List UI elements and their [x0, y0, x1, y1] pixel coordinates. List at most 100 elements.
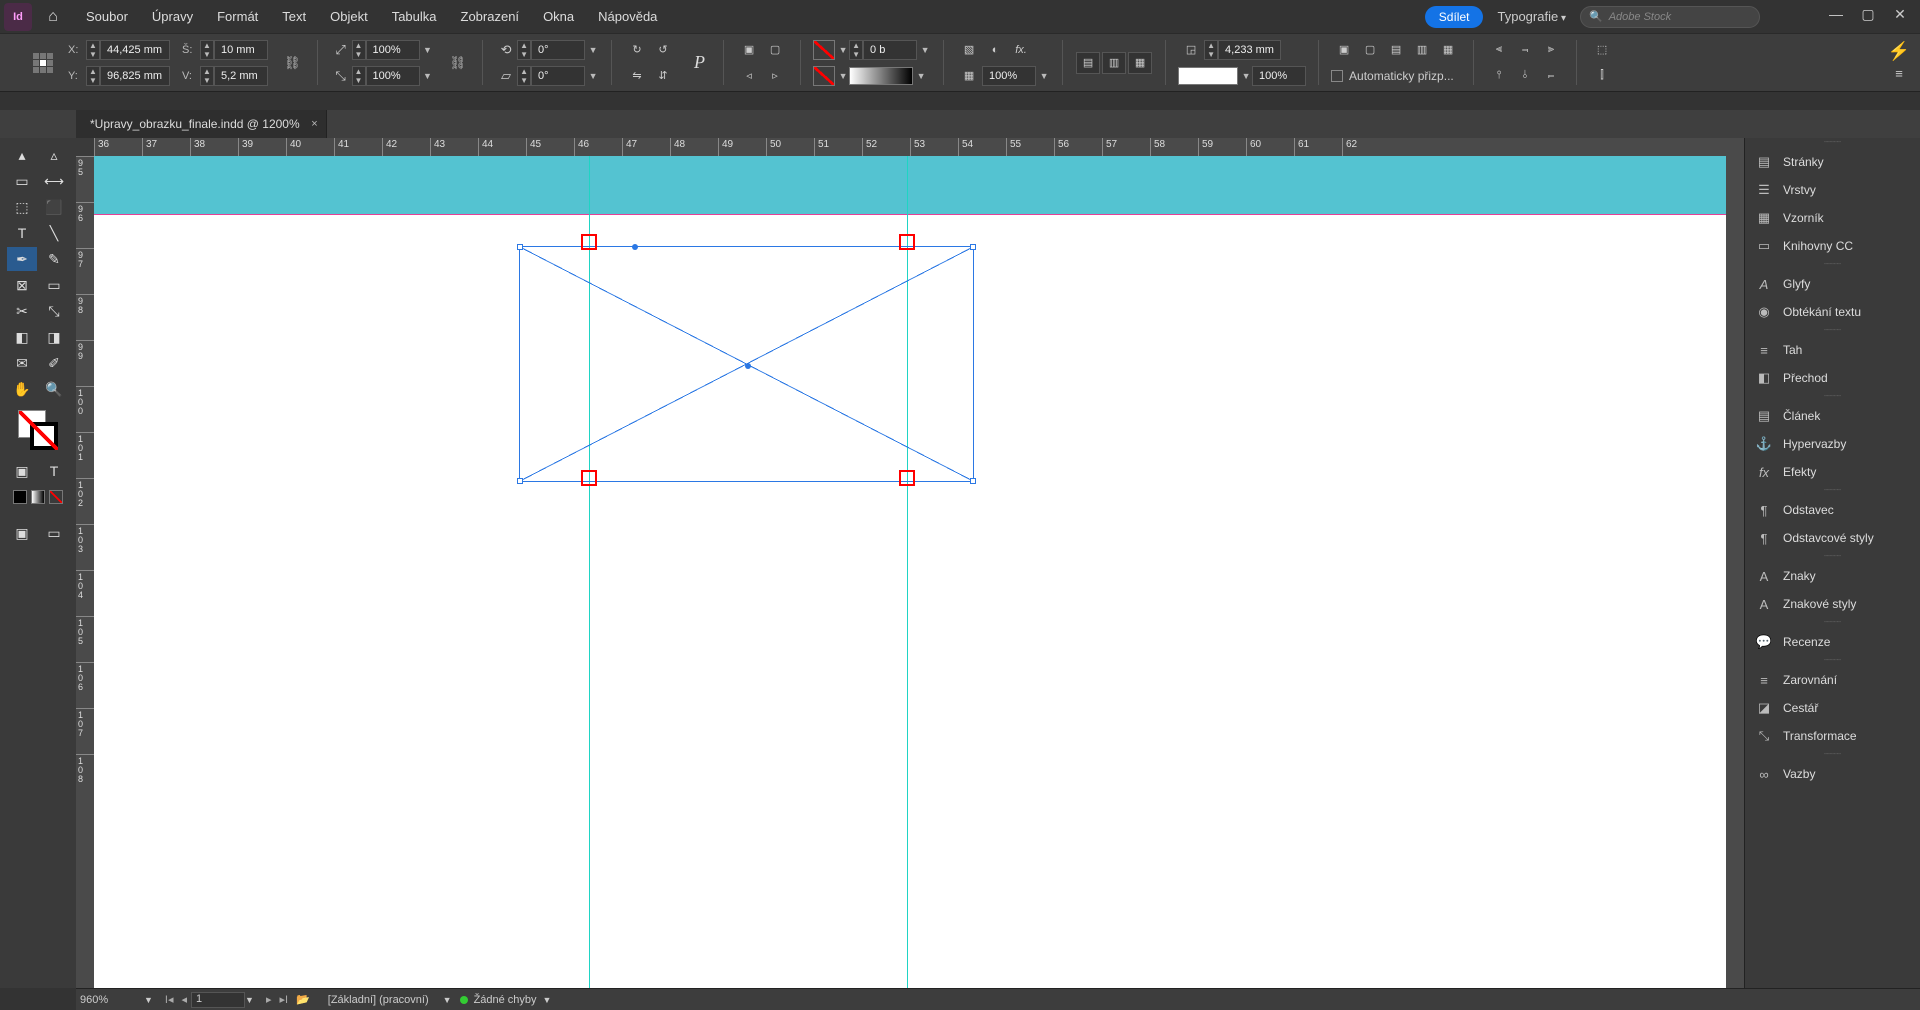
handle-se[interactable]	[970, 478, 976, 484]
y-stepper[interactable]: ▲▼	[86, 66, 100, 86]
document-canvas[interactable]	[94, 156, 1726, 988]
stroke-weight-dd[interactable]: ▼	[919, 45, 931, 55]
panel-hyperlinks[interactable]: ⚓Hypervazby	[1745, 430, 1920, 458]
note-tool[interactable]: ✉	[7, 351, 37, 375]
panel-cclibs[interactable]: ▭Knihovny CC	[1745, 232, 1920, 260]
direct-selection-tool[interactable]: ▵	[39, 143, 69, 167]
frame-options-icon[interactable]: ⬚	[1590, 39, 1614, 61]
formatting-text-icon[interactable]: T	[39, 459, 69, 483]
wrap-bbox-icon[interactable]: ▥	[1102, 52, 1126, 74]
hand-tool[interactable]: ✋	[7, 377, 37, 401]
home-icon[interactable]: ⌂	[38, 8, 68, 26]
paper-dd[interactable]: ▼	[1240, 71, 1252, 81]
panel-gradient[interactable]: ◧Přechod	[1745, 364, 1920, 392]
stroke-dd[interactable]: ▼	[837, 71, 849, 81]
line-tool[interactable]: ╲	[39, 221, 69, 245]
select-content-icon[interactable]: ▢	[763, 39, 787, 61]
y-field[interactable]: 96,825 mm	[100, 66, 170, 86]
fit-prop-icon[interactable]: ▤	[1384, 39, 1408, 61]
page-tool[interactable]: ▭	[7, 169, 37, 193]
fx-icon[interactable]: fx.	[1009, 39, 1033, 61]
align-top-icon[interactable]: ⫯	[1487, 65, 1511, 87]
handle-sw[interactable]	[517, 478, 523, 484]
stroke-style-icon[interactable]	[849, 67, 913, 85]
shear-field[interactable]: 0°	[531, 66, 585, 86]
panel-links[interactable]: ∞Vazby	[1745, 760, 1920, 788]
opacity-field[interactable]: 100%	[982, 66, 1036, 86]
formatting-container-icon[interactable]: ▣	[7, 459, 37, 483]
h-field[interactable]: 5,2 mm	[214, 66, 268, 86]
w-stepper[interactable]: ▲▼	[200, 40, 214, 60]
ruler-horizontal[interactable]: 3637383940414243444546474849505152535455…	[94, 138, 1744, 156]
opacity-icon[interactable]: ◐	[983, 39, 1007, 61]
panel-pathfinder[interactable]: ◪Cestář	[1745, 694, 1920, 722]
window-maximize-icon[interactable]: ▢	[1852, 6, 1884, 28]
adobe-stock-search[interactable]: 🔍 Adobe Stock	[1580, 6, 1760, 28]
gap-tool[interactable]: ⟷	[39, 169, 69, 193]
errors-dd[interactable]: ▼	[543, 995, 552, 1005]
scale-y-dd[interactable]: ▼	[422, 71, 434, 81]
shear-dd[interactable]: ▼	[587, 71, 599, 81]
eyedropper-tool[interactable]: ✐	[39, 351, 69, 375]
panel-layers[interactable]: ☰Vrstvy	[1745, 176, 1920, 204]
page-last-icon[interactable]: ▸I	[275, 993, 292, 1006]
panel-story[interactable]: ▤Článek	[1745, 402, 1920, 430]
opacity-dd[interactable]: ▼	[1038, 71, 1050, 81]
corner-field[interactable]: 4,233 mm	[1218, 40, 1281, 60]
paper-swatch[interactable]	[1178, 67, 1238, 85]
align-left-icon[interactable]: ⫷	[1487, 39, 1511, 61]
align-hcenter-icon[interactable]: ⫬	[1513, 39, 1537, 61]
content-collector-tool[interactable]: ⬚	[7, 195, 37, 219]
panel-review[interactable]: 💬Recenze	[1745, 628, 1920, 656]
selection-tool[interactable]: ▴	[7, 143, 37, 167]
scrollbar-vertical[interactable]	[1726, 156, 1744, 988]
select-container-icon[interactable]: ▣	[737, 39, 761, 61]
red-handle-nw[interactable]	[581, 234, 597, 250]
zoom-field[interactable]: 960%	[80, 994, 140, 1006]
stroke-stepper[interactable]: ▲▼	[849, 40, 863, 60]
gradient-swatch-tool[interactable]: ◧	[7, 325, 37, 349]
page-first-icon[interactable]: I◂	[161, 993, 178, 1006]
workspace-switcher[interactable]: Typografie	[1497, 9, 1566, 24]
panel-stroke[interactable]: ≡Tah	[1745, 336, 1920, 364]
menu-edit[interactable]: Úpravy	[140, 0, 205, 33]
panel-character[interactable]: AZnaky	[1745, 562, 1920, 590]
handle-ne[interactable]	[970, 244, 976, 250]
selected-frame[interactable]	[519, 246, 974, 482]
autofit-checkbox[interactable]	[1331, 70, 1343, 82]
pencil-tool[interactable]: ✎	[39, 247, 69, 271]
handle-nw[interactable]	[517, 244, 523, 250]
align-vcenter-icon[interactable]: ⫰	[1513, 65, 1537, 87]
menu-table[interactable]: Tabulka	[380, 0, 449, 33]
fill-prop-icon[interactable]: ▥	[1410, 39, 1434, 61]
zoom-tool[interactable]: 🔍	[39, 377, 69, 401]
fit-frame-icon[interactable]: ▢	[1358, 39, 1382, 61]
pen-tool[interactable]: ✒	[7, 247, 37, 271]
document-tab[interactable]: *Upravy_obrazku_finale.indd @ 1200% ×	[76, 110, 327, 138]
apply-gradient-icon[interactable]	[31, 490, 45, 504]
menu-help[interactable]: Nápověda	[586, 0, 669, 33]
fill-swatch[interactable]	[813, 40, 835, 60]
x-field[interactable]: 44,425 mm	[100, 40, 170, 60]
menu-text[interactable]: Text	[270, 0, 318, 33]
free-transform-tool[interactable]: ⤡	[39, 299, 69, 323]
gradient-feather-tool[interactable]: ◨	[39, 325, 69, 349]
menu-object[interactable]: Objekt	[318, 0, 380, 33]
w-field[interactable]: 10 mm	[214, 40, 268, 60]
window-close-icon[interactable]: ✕	[1884, 6, 1916, 28]
menu-file[interactable]: Soubor	[74, 0, 140, 33]
h-stepper[interactable]: ▲▼	[200, 66, 214, 86]
page-field[interactable]: 1	[191, 992, 245, 1008]
rotate-dd[interactable]: ▼	[587, 45, 599, 55]
rotate-stepper[interactable]: ▲▼	[517, 40, 531, 60]
anchor-center[interactable]	[745, 363, 751, 369]
red-handle-se[interactable]	[899, 470, 915, 486]
opacity2-field[interactable]: 100%	[1252, 66, 1306, 86]
center-content-icon[interactable]: ▦	[1436, 39, 1460, 61]
view-mode-normal-icon[interactable]: ▣	[7, 521, 37, 545]
anchor-top[interactable]	[632, 244, 638, 250]
liquid-layout-icon[interactable]: ⫿	[1590, 65, 1614, 87]
share-button[interactable]: Sdílet	[1425, 6, 1484, 28]
panel-swatches[interactable]: ▦Vzorník	[1745, 204, 1920, 232]
window-minimize-icon[interactable]: —	[1820, 6, 1852, 28]
